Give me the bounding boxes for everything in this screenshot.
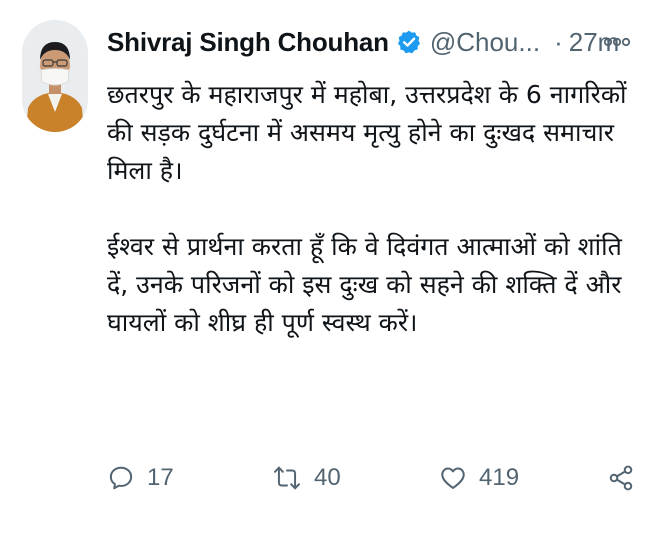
tweet-card[interactable]: Shivraj Singh Chouhan @Chou... · 27m छतर…	[0, 0, 650, 540]
share-button[interactable]	[607, 458, 635, 498]
share-icon	[607, 464, 635, 492]
author-handle[interactable]: @Chou...	[430, 27, 540, 58]
avatar-image	[22, 20, 88, 132]
retweet-icon	[272, 464, 302, 492]
tweet-text: छतरपुर के महाराजपुर में महोबा, उत्तरप्रद…	[107, 76, 637, 342]
tweet-actions: 17 40 419	[107, 458, 642, 498]
heart-icon	[439, 464, 467, 492]
retweet-button[interactable]: 40	[272, 458, 341, 498]
author-name[interactable]: Shivraj Singh Chouhan	[107, 27, 389, 58]
verified-badge-icon	[396, 29, 422, 55]
reply-count: 17	[147, 464, 174, 491]
tweet-paragraph: छतरपुर के महाराजपुर में महोबा, उत्तरप्रद…	[107, 80, 627, 185]
like-button[interactable]: 419	[439, 458, 519, 498]
more-icon[interactable]	[602, 30, 632, 54]
separator-dot: ·	[554, 26, 563, 57]
tweet-header: Shivraj Singh Chouhan @Chou... · 27m	[107, 22, 634, 62]
tweet-paragraph: ईश्वर से प्रार्थना करता हूँ कि वे दिवंगत…	[107, 232, 622, 337]
reply-icon	[107, 464, 135, 492]
like-count: 419	[479, 464, 520, 491]
avatar[interactable]	[22, 20, 88, 132]
reply-button[interactable]: 17	[107, 458, 174, 498]
retweet-count: 40	[314, 464, 341, 491]
